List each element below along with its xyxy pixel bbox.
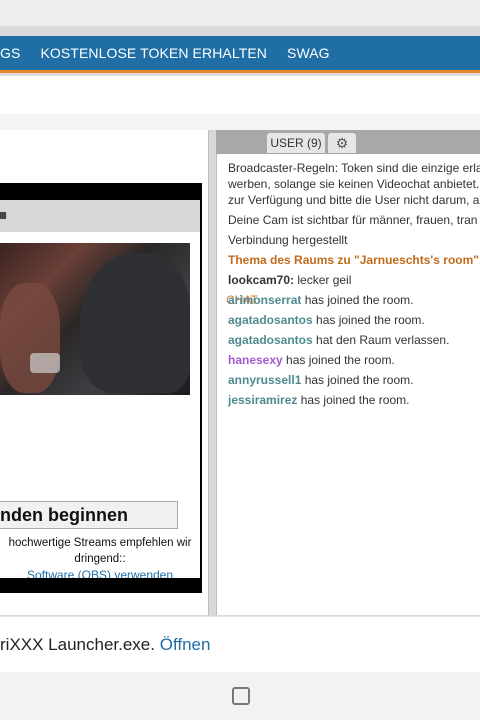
chat-username[interactable]: arimonserrat (228, 293, 301, 307)
chat-message: lookcam70: lecker geil (228, 272, 480, 288)
chat-username[interactable]: annyrussell1 (228, 373, 301, 387)
start-broadcast-button[interactable]: nden beginnen (0, 501, 178, 529)
chat-username[interactable]: jessiramirez (228, 393, 297, 407)
chat-text: has joined the room. (297, 393, 410, 407)
chat-message: annyrussell1 has joined the room. (228, 372, 480, 388)
download-filename-row: riXXX Launcher.exe. Öffnen (0, 635, 210, 655)
tab-users[interactable]: USER (9) (267, 133, 325, 153)
chat-rules-line: Broadcaster-Regeln: Token sind die einzi… (228, 161, 480, 175)
site-nav-bar: GS KOSTENLOSE TOKEN ERHALTEN SWAG (0, 36, 480, 73)
content-gap (0, 114, 480, 130)
chat-username[interactable]: hanesexy (228, 353, 283, 367)
webcam-preview (0, 243, 190, 395)
obs-hint-link[interactable]: Software (OBS) verwenden (0, 568, 200, 578)
chat-username[interactable]: agatadosantos (228, 333, 313, 347)
chat-message: agatadosantos hat den Raum verlassen. (228, 332, 480, 348)
download-open-link[interactable]: Öffnen (160, 635, 211, 654)
chat-message: arimonserrat has joined the room. (228, 292, 480, 308)
player-header: ▪ (0, 200, 200, 232)
chat-text: has joined the room. (301, 373, 414, 387)
gear-icon[interactable]: ⚙ (328, 133, 356, 153)
chat-username[interactable]: lookcam70: (228, 273, 294, 287)
chat-text: has joined the room. (301, 293, 414, 307)
chat-tab-bar: CHAT USER (9) ⚙ (216, 130, 480, 310)
chat-text: hat den Raum verlassen. (312, 333, 450, 347)
obs-hint-text: hochwertige Streams empfehlen wir dringe… (8, 537, 192, 565)
preview-shape (0, 283, 60, 393)
chat-username[interactable]: agatadosantos (228, 313, 313, 327)
chat-message: agatadosantos has joined the room. (228, 312, 480, 328)
chat-text: has joined the room. (282, 353, 395, 367)
chat-log: Broadcaster-Regeln: Token sind die einzi… (228, 160, 480, 408)
home-button-icon[interactable] (232, 687, 250, 705)
chat-text: lecker geil (294, 273, 352, 287)
player-header-icon: ▪ (0, 207, 8, 223)
chat-connected: Verbindung hergestellt (228, 233, 348, 247)
sub-toolbar (0, 75, 480, 115)
chat-cam-visible: Deine Cam ist sichtbar für männer, fraue… (228, 213, 478, 227)
start-broadcast-label: nden beginnen (0, 504, 128, 525)
browser-top-strip (0, 0, 480, 26)
preview-shape (30, 353, 60, 373)
nav-item-swag[interactable]: SWAG (287, 45, 330, 61)
nav-item-free-tokens[interactable]: KOSTENLOSE TOKEN ERHALTEN (40, 45, 267, 61)
download-filename: riXXX Launcher.exe. (0, 635, 155, 654)
download-bar: riXXX Launcher.exe. Öffnen (0, 616, 480, 673)
chat-room-topic: Thema des Raums zu "Jarnueschts's room" … (228, 253, 480, 267)
system-nav-bar (0, 672, 480, 720)
chat-message: hanesexy has joined the room. (228, 352, 480, 368)
chat-rules-line: zur Verfügung und bitte die User nicht d… (228, 193, 480, 207)
chat-rules-line: werben, solange sie keinen Videochat anb… (228, 177, 480, 191)
preview-shape (80, 253, 190, 393)
chat-text: has joined the room. (312, 313, 425, 327)
nav-item-truncated[interactable]: GS (0, 45, 20, 61)
chat-message: jessiramirez has joined the room. (228, 392, 480, 408)
